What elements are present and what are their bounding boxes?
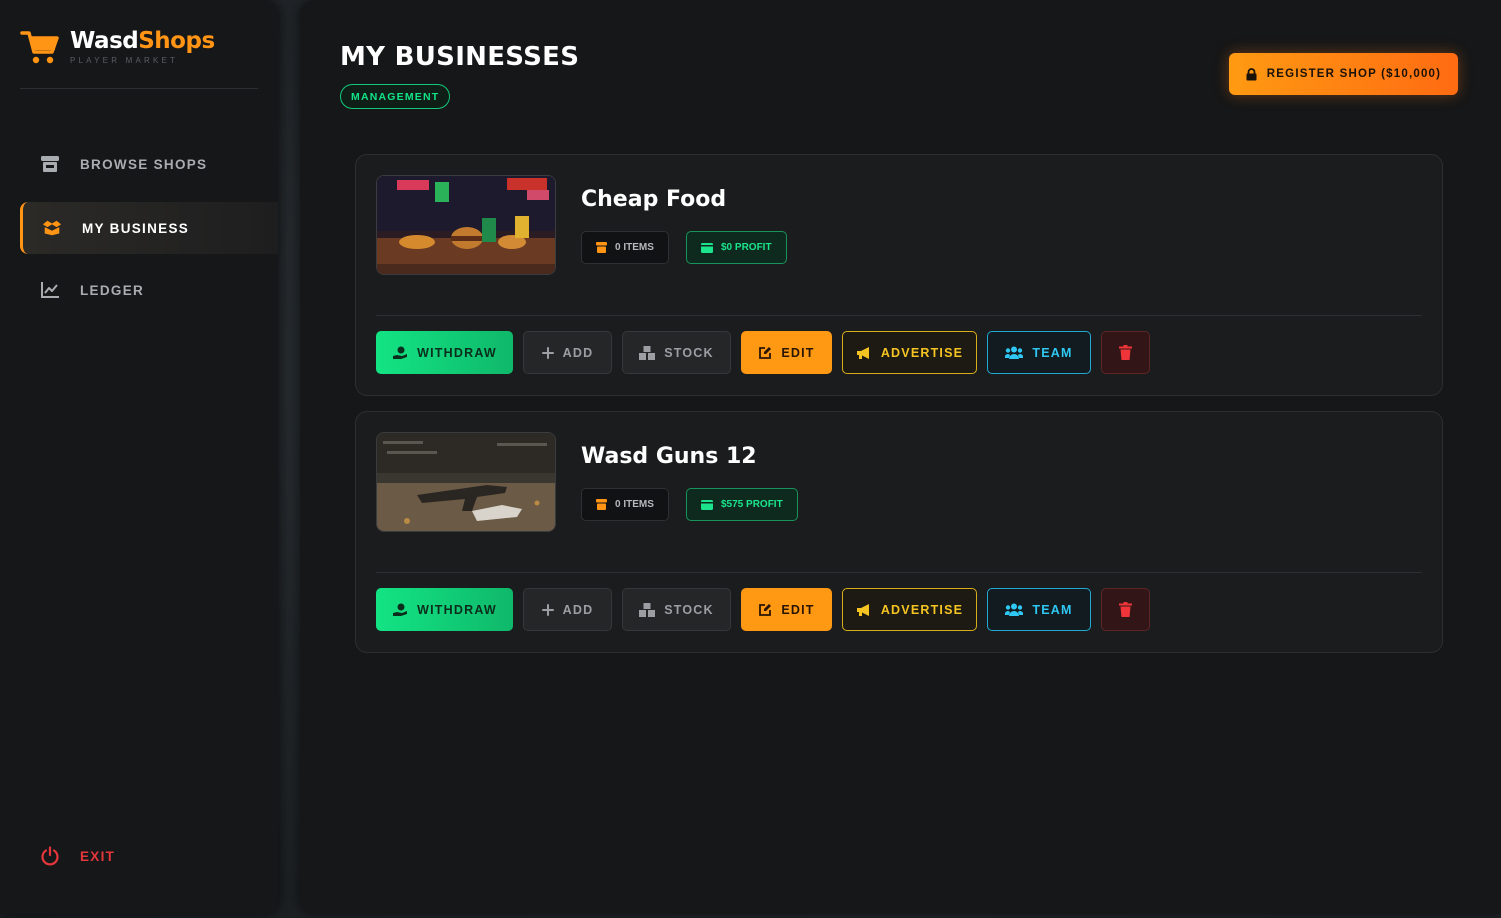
box-open-icon xyxy=(42,218,62,238)
boxes-icon xyxy=(639,602,656,617)
card-divider xyxy=(376,315,1422,316)
register-shop-button[interactable]: REGISTER SHOP ($10,000) xyxy=(1229,53,1458,95)
store-icon xyxy=(40,154,60,174)
profit-value: $575 PROFIT xyxy=(721,499,783,510)
add-label: ADD xyxy=(562,345,594,360)
advertise-label: ADVERTISE xyxy=(880,602,964,617)
delete-button[interactable] xyxy=(1101,588,1150,631)
shop-card: Cheap Food 0 ITEMS $0 PROFIT WITHDRAW AD… xyxy=(355,154,1443,396)
page-title: MY BUSINESSES xyxy=(340,42,580,72)
advertise-button[interactable]: ADVERTISE xyxy=(842,331,977,374)
app-title-part1: Wasd xyxy=(70,28,139,54)
team-button[interactable]: TEAM xyxy=(987,331,1091,374)
management-badge: MANAGEMENT xyxy=(340,84,451,109)
shop-name: Cheap Food xyxy=(581,187,727,212)
items-count: 0 ITEMS xyxy=(615,242,654,253)
advertise-label: ADVERTISE xyxy=(880,345,964,360)
sidebar-divider xyxy=(20,88,258,89)
edit-icon xyxy=(758,603,772,617)
shopping-cart-icon xyxy=(20,31,59,64)
sidebar-item-label: BROWSE SHOPS xyxy=(80,156,208,172)
profit-badge: $575 PROFIT xyxy=(686,488,798,521)
trash-icon xyxy=(1119,345,1132,360)
edit-button[interactable]: EDIT xyxy=(741,331,832,374)
plus-icon xyxy=(541,346,554,359)
stock-button[interactable]: STOCK xyxy=(622,588,731,631)
exit-button[interactable]: EXIT xyxy=(20,830,278,882)
edit-icon xyxy=(758,346,772,360)
stock-button[interactable]: STOCK xyxy=(622,331,731,374)
shop-card: Wasd Guns 12 0 ITEMS $575 PROFIT WITHDRA… xyxy=(355,411,1443,653)
app-title: WasdShops xyxy=(70,28,215,54)
box-icon xyxy=(596,242,607,253)
add-button[interactable]: ADD xyxy=(523,588,612,631)
bullhorn-icon xyxy=(856,603,872,617)
trash-icon xyxy=(1119,602,1132,617)
plus-icon xyxy=(541,603,554,616)
stock-label: STOCK xyxy=(664,345,714,360)
food-stall-image xyxy=(376,175,556,275)
users-icon xyxy=(1005,603,1024,616)
power-icon xyxy=(40,846,60,866)
add-button[interactable]: ADD xyxy=(523,331,612,374)
sidebar: WasdShops PLAYER MARKET BROWSE SHOPS MY … xyxy=(0,0,278,914)
withdraw-button[interactable]: WITHDRAW xyxy=(376,331,513,374)
box-icon xyxy=(596,499,607,510)
profit-value: $0 PROFIT xyxy=(721,242,772,253)
sidebar-item-ledger[interactable]: LEDGER xyxy=(20,264,278,316)
main-panel: MY BUSINESSES MANAGEMENT REGISTER SHOP (… xyxy=(300,0,1501,914)
wallet-icon xyxy=(701,242,713,253)
gun-workbench-image xyxy=(376,432,556,532)
wallet-icon xyxy=(701,499,713,510)
sidebar-item-my-business[interactable]: MY BUSINESS xyxy=(20,202,278,254)
advertise-button[interactable]: ADVERTISE xyxy=(842,588,977,631)
app-subtitle: PLAYER MARKET xyxy=(70,56,179,65)
stock-label: STOCK xyxy=(664,602,714,617)
delete-button[interactable] xyxy=(1101,331,1150,374)
team-button[interactable]: TEAM xyxy=(987,588,1091,631)
hand-holding-dollar-icon xyxy=(392,346,408,360)
chart-line-icon xyxy=(40,280,60,300)
withdraw-label: WITHDRAW xyxy=(417,345,497,360)
boxes-icon xyxy=(639,345,656,360)
add-label: ADD xyxy=(562,602,594,617)
sidebar-item-label: LEDGER xyxy=(80,282,145,298)
items-count-badge: 0 ITEMS xyxy=(581,488,669,521)
edit-button[interactable]: EDIT xyxy=(741,588,832,631)
app-title-part2: Shops xyxy=(138,28,215,54)
hand-holding-dollar-icon xyxy=(392,603,408,617)
team-label: TEAM xyxy=(1032,602,1073,617)
shop-name: Wasd Guns 12 xyxy=(581,444,757,469)
withdraw-button[interactable]: WITHDRAW xyxy=(376,588,513,631)
team-label: TEAM xyxy=(1032,345,1073,360)
profit-badge: $0 PROFIT xyxy=(686,231,787,264)
card-divider xyxy=(376,572,1422,573)
sidebar-item-label: MY BUSINESS xyxy=(82,220,190,236)
users-icon xyxy=(1005,346,1024,359)
items-count-badge: 0 ITEMS xyxy=(581,231,669,264)
edit-label: EDIT xyxy=(781,602,815,617)
edit-label: EDIT xyxy=(781,345,815,360)
lock-icon xyxy=(1246,67,1257,81)
sidebar-item-browse-shops[interactable]: BROWSE SHOPS xyxy=(20,138,278,190)
items-count: 0 ITEMS xyxy=(615,499,654,510)
bullhorn-icon xyxy=(856,346,872,360)
app-logo: WasdShops PLAYER MARKET xyxy=(20,28,215,66)
register-shop-label: REGISTER SHOP ($10,000) xyxy=(1266,68,1442,80)
withdraw-label: WITHDRAW xyxy=(417,602,497,617)
exit-label: EXIT xyxy=(80,848,116,864)
